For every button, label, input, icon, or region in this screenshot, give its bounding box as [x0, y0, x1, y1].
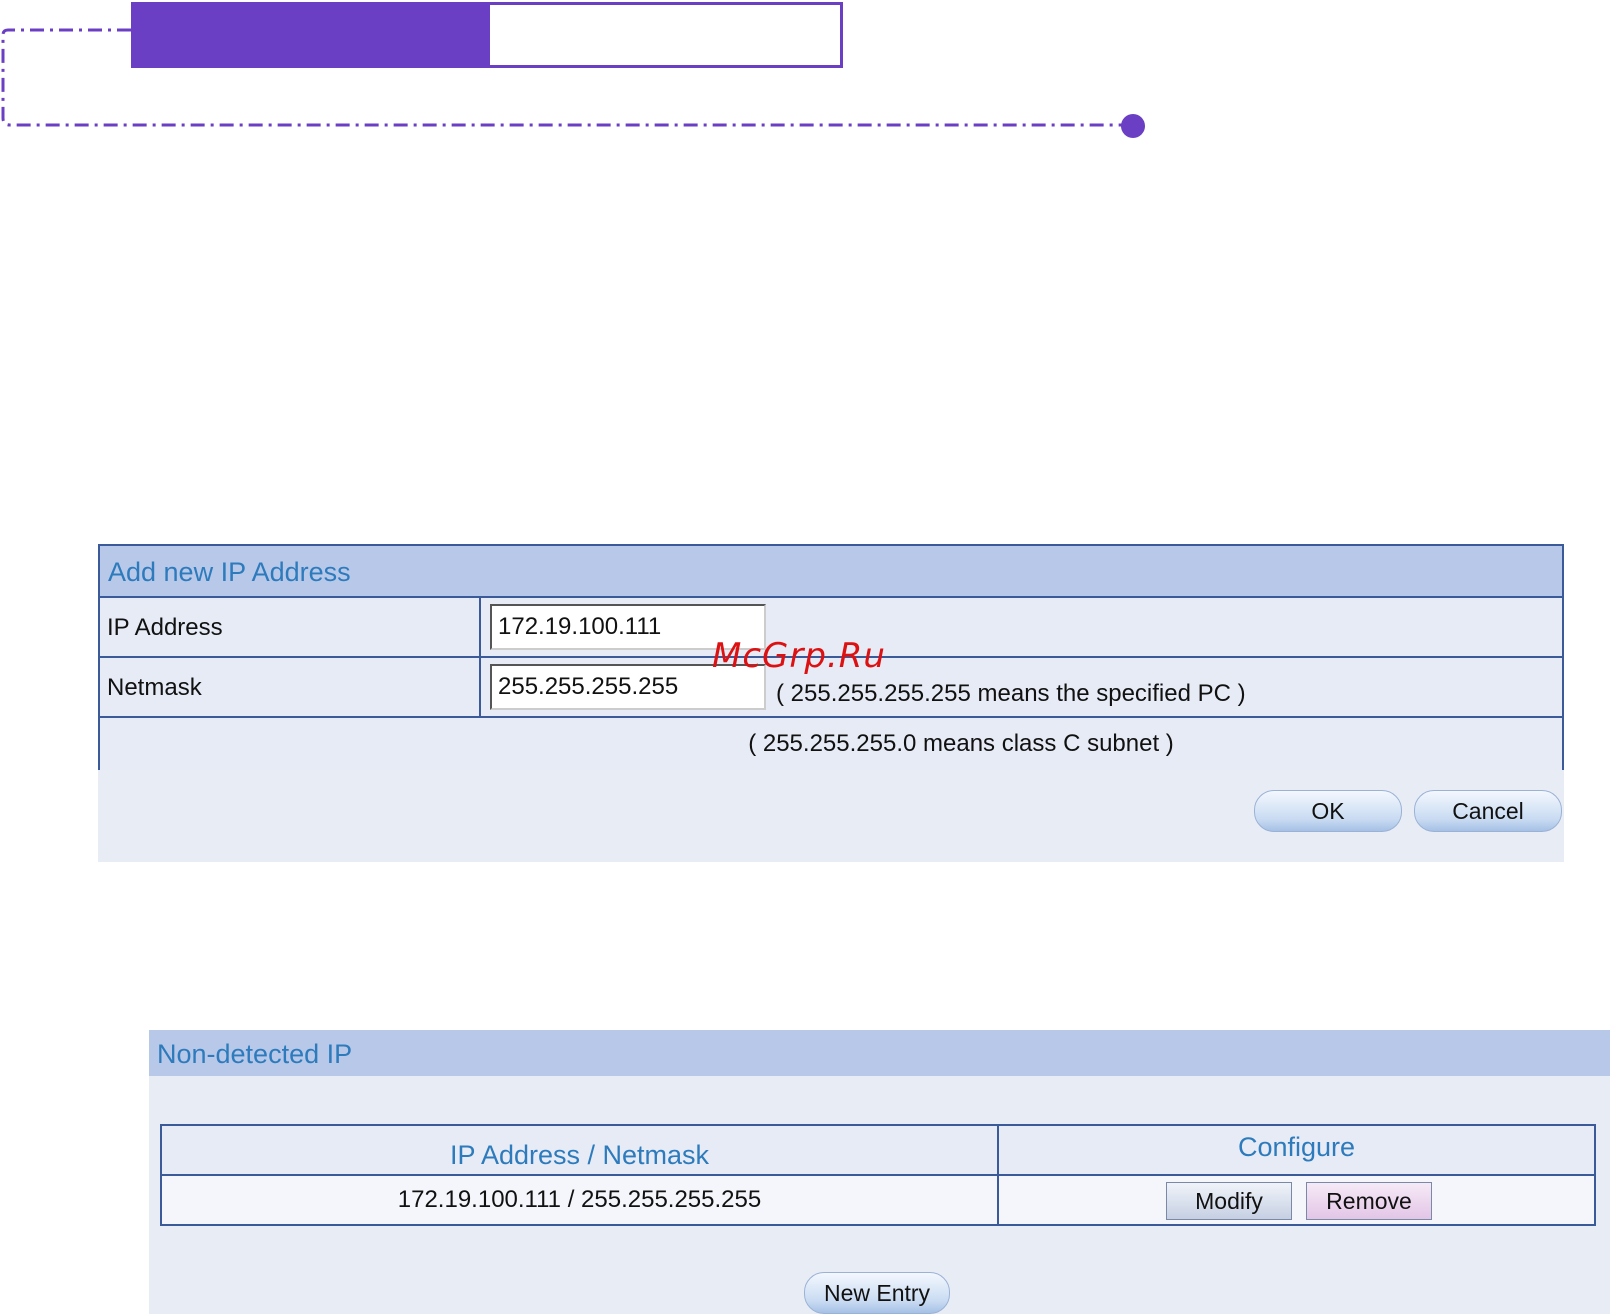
non-detected-title-bar: Non-detected IP	[149, 1030, 1610, 1076]
subnet-note-row: ( 255.255.255.0 means class C subnet )	[100, 718, 1562, 770]
modify-button[interactable]: Modify	[1166, 1182, 1292, 1220]
column-divider	[479, 598, 481, 718]
ip-netmask-cell: 172.19.100.111 / 255.255.255.255	[397, 1186, 762, 1213]
non-detected-ip-panel: Non-detected IP IP Address / Netmask Con…	[149, 1030, 1610, 1314]
remove-button[interactable]: Remove	[1306, 1182, 1432, 1220]
add-ip-title: Add new IP Address	[108, 557, 351, 587]
ip-address-label: IP Address	[107, 614, 223, 641]
table-row: 172.19.100.111 / 255.255.255.255 Modify …	[162, 1176, 1594, 1224]
watermark-text: McGrp.Ru	[712, 636, 886, 676]
ok-button[interactable]: OK	[1254, 790, 1402, 832]
table-header-row: IP Address / Netmask Configure	[162, 1126, 1594, 1176]
netmask-hint: ( 255.255.255.255 means the specified PC…	[776, 680, 1246, 707]
header-dashed-line	[1, 28, 1145, 138]
new-entry-button[interactable]: New Entry	[804, 1272, 950, 1314]
add-ip-panel: Add new IP Address IP Address Netmask ( …	[98, 544, 1564, 862]
subnet-hint: ( 255.255.255.0 means class C subnet )	[748, 730, 1174, 757]
non-detected-table: IP Address / Netmask Configure 172.19.10…	[160, 1124, 1596, 1226]
netmask-label: Netmask	[107, 674, 202, 701]
column-header-configure: Configure	[1237, 1132, 1356, 1162]
add-ip-title-bar: Add new IP Address	[100, 546, 1562, 598]
header-dot-icon	[1121, 114, 1145, 138]
column-header-ip-netmask: IP Address / Netmask	[449, 1140, 710, 1170]
table-column-divider	[997, 1126, 999, 1224]
cancel-button[interactable]: Cancel	[1414, 790, 1562, 832]
non-detected-title: Non-detected IP	[157, 1039, 353, 1069]
